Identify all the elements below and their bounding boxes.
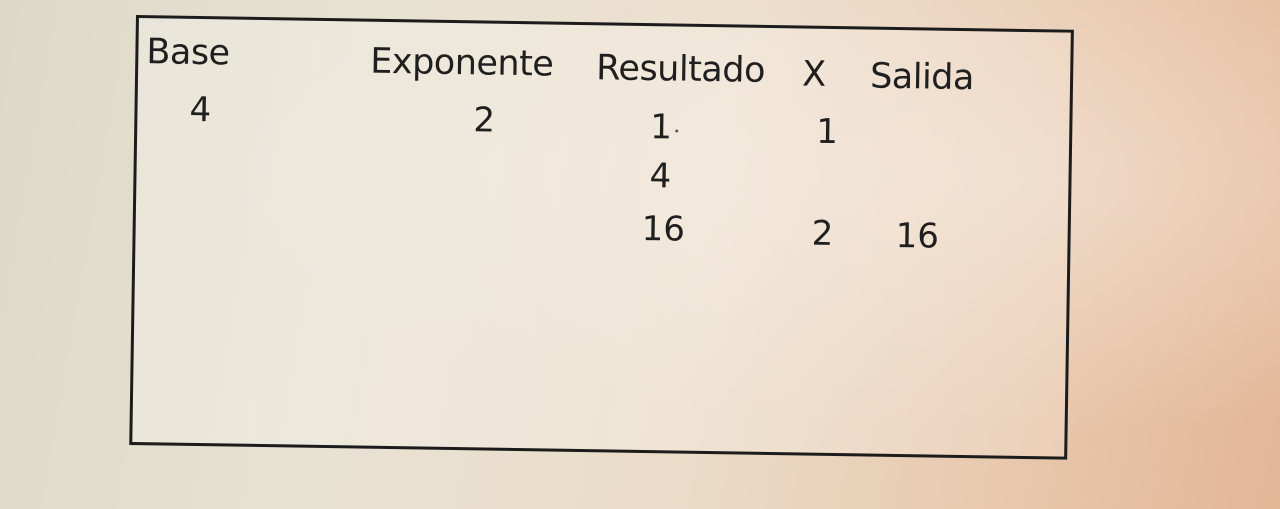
cell-salida-row3: 16	[895, 215, 940, 257]
cell-resultado-row1: 1	[649, 107, 673, 148]
pen-mark	[675, 129, 679, 133]
cell-x-row3: 2	[811, 213, 834, 254]
cell-resultado-row2: 4	[649, 156, 672, 197]
header-salida: Salida	[869, 56, 975, 99]
cell-resultado-row3: 16	[641, 208, 686, 250]
header-base: Base	[146, 32, 230, 74]
cell-exponente-row1: 2	[473, 100, 496, 141]
cell-x-row1: 1	[815, 111, 839, 153]
trace-table: Base Exponente Resultado X Salida 4 2 1 …	[129, 15, 1074, 460]
header-x: X	[801, 54, 826, 95]
cell-base-row1: 4	[189, 89, 212, 131]
header-exponente: Exponente	[369, 41, 554, 85]
header-resultado: Resultado	[595, 48, 766, 91]
